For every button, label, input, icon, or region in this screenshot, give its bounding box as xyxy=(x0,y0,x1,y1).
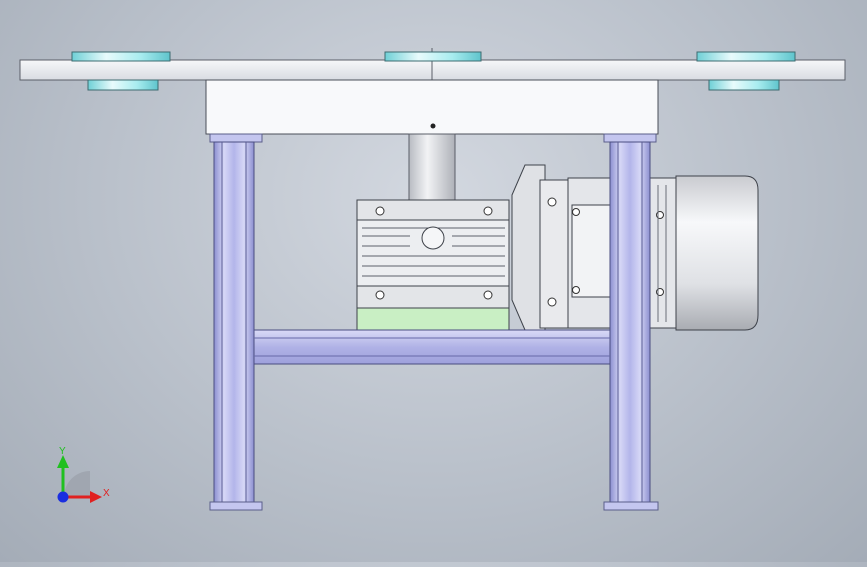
x-axis-arrow xyxy=(90,491,102,503)
bearing-housing[interactable] xyxy=(205,79,659,135)
cross-beam[interactable] xyxy=(253,329,611,365)
gearbox-base xyxy=(356,307,510,331)
output-shaft xyxy=(408,133,456,201)
worm-gearbox[interactable] xyxy=(356,199,510,331)
y-axis-label: Y xyxy=(59,446,66,457)
electric-motor[interactable] xyxy=(567,175,759,331)
z-axis-dot xyxy=(57,491,69,503)
left-frame-post[interactable] xyxy=(209,141,263,511)
left-post-cap xyxy=(209,133,263,143)
coordinate-triad: Y X xyxy=(57,446,110,503)
terminal-box xyxy=(571,204,615,298)
right-post-cap xyxy=(603,133,657,143)
model-view[interactable]: Y X xyxy=(0,0,867,562)
right-frame-post[interactable] xyxy=(603,141,659,511)
motor-flange xyxy=(511,164,571,331)
triad-arc xyxy=(64,471,90,497)
cad-viewport[interactable]: Y X xyxy=(0,0,867,562)
x-axis-label: X xyxy=(103,488,110,499)
